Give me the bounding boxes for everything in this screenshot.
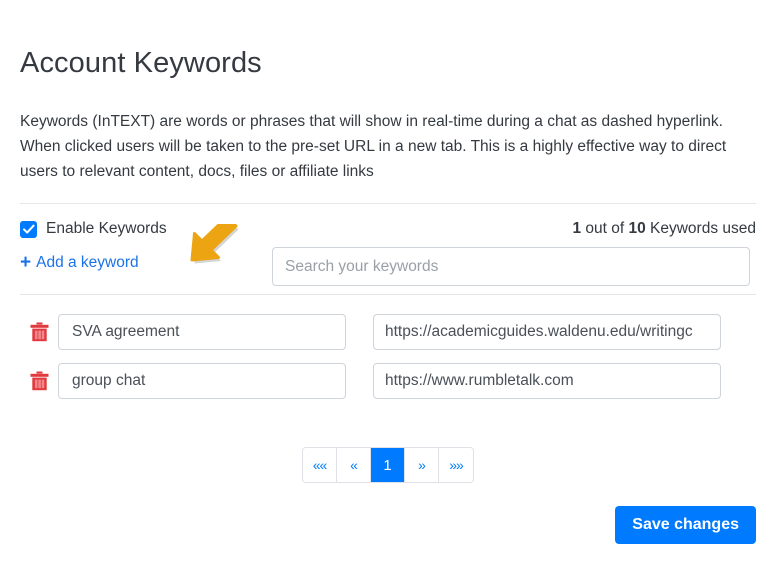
- trash-icon: [30, 371, 49, 391]
- delete-keyword-button[interactable]: [20, 371, 58, 391]
- first-page-button[interactable]: ««: [303, 448, 337, 482]
- plus-icon: +: [20, 253, 31, 272]
- delete-keyword-button[interactable]: [20, 322, 58, 342]
- add-keyword-link[interactable]: + Add a keyword: [20, 253, 139, 272]
- keyword-url-input[interactable]: [373, 314, 721, 350]
- next-page-button[interactable]: »: [405, 448, 439, 482]
- table-row: [20, 360, 756, 402]
- account-keywords-page: Account Keywords Keywords (InTEXT) are w…: [0, 0, 776, 574]
- pagination-container: «« « 1 » »»: [20, 409, 756, 483]
- keywords-used-count: 1: [572, 220, 581, 237]
- keyword-rows-list: [20, 295, 756, 402]
- save-container: Save changes: [20, 483, 756, 544]
- keyword-input[interactable]: [58, 363, 346, 399]
- keywords-counter: 1 out of 10 Keywords used: [572, 220, 756, 238]
- counter-middle-text: out of: [581, 220, 628, 237]
- trash-icon: [30, 322, 49, 342]
- page-1-button[interactable]: 1: [371, 448, 405, 482]
- pagination: «« « 1 » »»: [302, 447, 474, 483]
- keyword-input[interactable]: [58, 314, 346, 350]
- last-page-button[interactable]: »»: [439, 448, 473, 482]
- enable-keywords-control[interactable]: Enable Keywords: [20, 220, 167, 238]
- enable-keywords-label: Enable Keywords: [46, 220, 167, 238]
- keywords-total-count: 10: [628, 220, 645, 237]
- check-icon: [23, 224, 35, 235]
- enable-keywords-row: Enable Keywords 1 out of 10 Keywords use…: [20, 204, 756, 238]
- search-input[interactable]: [272, 247, 750, 286]
- page-title: Account Keywords: [20, 0, 756, 82]
- page-description: Keywords (InTEXT) are words or phrases t…: [20, 82, 750, 184]
- add-keyword-label: Add a keyword: [36, 254, 139, 272]
- enable-keywords-checkbox[interactable]: [20, 221, 37, 238]
- keyword-url-input[interactable]: [373, 363, 721, 399]
- table-row: [20, 311, 756, 353]
- save-changes-button[interactable]: Save changes: [615, 506, 756, 544]
- previous-page-button[interactable]: «: [337, 448, 371, 482]
- actions-row: + Add a keyword: [20, 238, 756, 272]
- counter-suffix-text: Keywords used: [646, 220, 756, 237]
